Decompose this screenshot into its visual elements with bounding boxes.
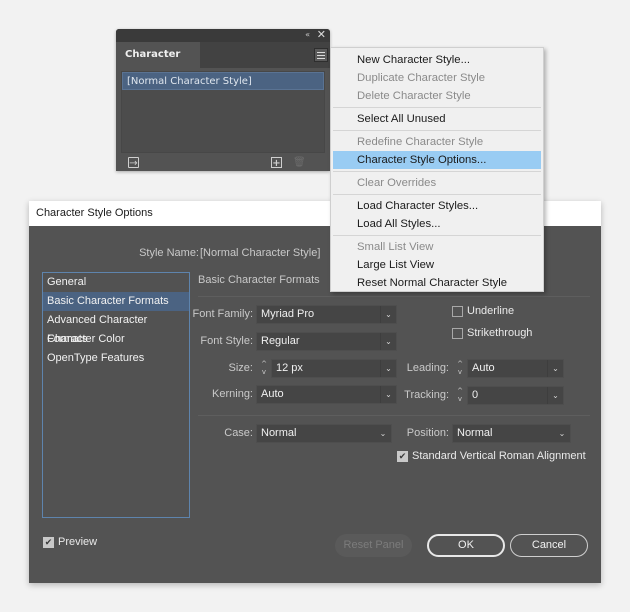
leading-input[interactable]: Auto ⌄ — [467, 359, 564, 378]
menu-item-select-all-unused[interactable]: Select All Unused — [331, 110, 543, 128]
menu-separator — [333, 171, 541, 172]
panel-topbar: « ✕ — [116, 28, 330, 42]
menu-item-character-style-options[interactable]: Character Style Options... — [333, 151, 541, 169]
chevron-down-icon: ⌄ — [380, 386, 396, 403]
size-value: 12 px — [276, 362, 303, 374]
cancel-button[interactable]: Cancel — [510, 534, 588, 557]
chevron-down-icon: v — [261, 368, 267, 376]
chevron-down-icon: ⌄ — [380, 333, 396, 350]
category-list: General Basic Character Formats Advanced… — [42, 272, 190, 518]
menu-separator — [333, 235, 541, 236]
hamburger-icon-line — [317, 58, 325, 59]
chevron-down-icon: ⌄ — [547, 360, 563, 377]
standard-vertical-label: Standard Vertical Roman Alignment — [412, 450, 586, 462]
reset-panel-button[interactable]: Reset Panel — [335, 534, 412, 557]
chevron-up-icon: ^ — [457, 360, 463, 368]
tracking-input[interactable]: 0 ⌄ — [467, 386, 564, 405]
nav-item-basic-character-formats[interactable]: Basic Character Formats — [43, 292, 189, 311]
menu-separator — [333, 130, 541, 131]
menu-item-duplicate-character-style[interactable]: Duplicate Character Style — [331, 69, 543, 87]
tab-character-styles[interactable]: Character Styles — [116, 42, 200, 86]
chevron-down-icon: v — [457, 368, 463, 376]
underline-label: Underline — [467, 305, 515, 317]
font-family-value: Myriad Pro — [261, 308, 315, 320]
chevron-down-icon: ⌄ — [547, 387, 563, 404]
menu-item-delete-character-style[interactable]: Delete Character Style — [331, 87, 543, 105]
menu-item-load-character-styles[interactable]: Load Character Styles... — [331, 197, 543, 215]
chevron-up-icon: ^ — [457, 387, 463, 395]
menu-item-small-list-view[interactable]: Small List View — [331, 238, 543, 256]
panel-footer: → + 🗑 — [116, 155, 330, 171]
divider — [198, 296, 590, 297]
kerning-label: Kerning: — [212, 388, 253, 400]
panel-menu-button[interactable] — [314, 48, 328, 62]
tracking-label: Tracking: — [404, 389, 449, 401]
new-style-icon[interactable]: + — [271, 157, 282, 169]
chevron-down-icon: v — [457, 395, 463, 403]
chevron-down-icon: ⌄ — [380, 360, 396, 377]
tracking-value: 0 — [472, 389, 479, 401]
size-stepper[interactable]: ^ v — [258, 359, 270, 378]
menu-item-clear-overrides[interactable]: Clear Overrides — [331, 174, 543, 192]
load-styles-icon[interactable]: → — [128, 157, 139, 169]
menu-item-redefine-character-style[interactable]: Redefine Character Style — [331, 133, 543, 151]
position-label: Position: — [406, 427, 449, 439]
section-title: Basic Character Formats — [198, 274, 320, 286]
trash-icon[interactable]: 🗑 — [293, 157, 306, 168]
chevron-up-icon: ^ — [261, 360, 267, 368]
underline-checkbox[interactable] — [452, 306, 463, 317]
leading-stepper[interactable]: ^ v — [454, 359, 466, 378]
kerning-value: Auto — [261, 388, 284, 400]
menu-item-reset-normal-character-style[interactable]: Reset Normal Character Style — [331, 274, 543, 292]
menu-item-new-character-style[interactable]: New Character Style... — [331, 51, 543, 69]
leading-value: Auto — [472, 362, 495, 374]
character-styles-panel: « ✕ Character Styles [Normal Character S… — [116, 28, 330, 171]
leading-label: Leading: — [406, 362, 449, 374]
panel-tabbar: Character Styles — [116, 42, 330, 86]
nav-item-general[interactable]: General — [43, 273, 189, 292]
position-value: Normal — [457, 427, 493, 439]
strikethrough-label: Strikethrough — [467, 327, 533, 339]
menu-separator — [333, 107, 541, 108]
font-style-select[interactable]: Regular ⌄ — [256, 332, 397, 351]
style-name-value: [Normal Character Style] — [200, 247, 321, 259]
case-select[interactable]: Normal ⌄ — [256, 424, 392, 443]
strikethrough-checkbox[interactable] — [452, 328, 463, 339]
preview-checkbox[interactable]: ✔ — [43, 537, 54, 548]
hamburger-icon — [317, 52, 325, 53]
preview-label: Preview — [58, 536, 98, 548]
hamburger-icon-line — [317, 55, 325, 56]
position-select[interactable]: Normal ⌄ — [452, 424, 571, 443]
list-item[interactable]: [Normal Character Style] — [122, 72, 324, 90]
nav-item-character-color[interactable]: Character Color — [43, 330, 189, 349]
chevron-down-icon: ⌄ — [380, 306, 396, 323]
divider — [198, 415, 590, 416]
nav-item-opentype-features[interactable]: OpenType Features — [43, 349, 189, 368]
font-style-label: Font Style: — [200, 335, 253, 347]
close-icon[interactable]: ✕ — [317, 28, 326, 41]
panel-context-menu: New Character Style... Duplicate Charact… — [330, 47, 544, 292]
menu-separator — [333, 194, 541, 195]
menu-item-load-all-styles[interactable]: Load All Styles... — [331, 215, 543, 233]
case-label: Case: — [224, 427, 253, 439]
chevron-down-icon: ⌄ — [379, 429, 387, 438]
nav-item-advanced-character-formats[interactable]: Advanced Character Formats — [43, 311, 189, 345]
styles-list: [Normal Character Style] — [121, 71, 325, 153]
font-family-select[interactable]: Myriad Pro ⌄ — [256, 305, 397, 324]
menu-item-large-list-view[interactable]: Large List View — [331, 256, 543, 274]
collapse-icon[interactable]: « — [305, 30, 310, 40]
font-style-value: Regular — [261, 335, 300, 347]
size-input[interactable]: 12 px ⌄ — [271, 359, 397, 378]
chevron-down-icon: ⌄ — [558, 429, 566, 438]
ok-button[interactable]: OK — [427, 534, 505, 557]
font-family-label: Font Family: — [192, 308, 253, 320]
standard-vertical-checkbox[interactable]: ✔ — [397, 451, 408, 462]
kerning-select[interactable]: Auto ⌄ — [256, 385, 397, 404]
case-value: Normal — [261, 427, 297, 439]
style-name-label: Style Name: — [139, 247, 199, 259]
size-label: Size: — [228, 362, 253, 374]
tracking-stepper[interactable]: ^ v — [454, 386, 466, 405]
